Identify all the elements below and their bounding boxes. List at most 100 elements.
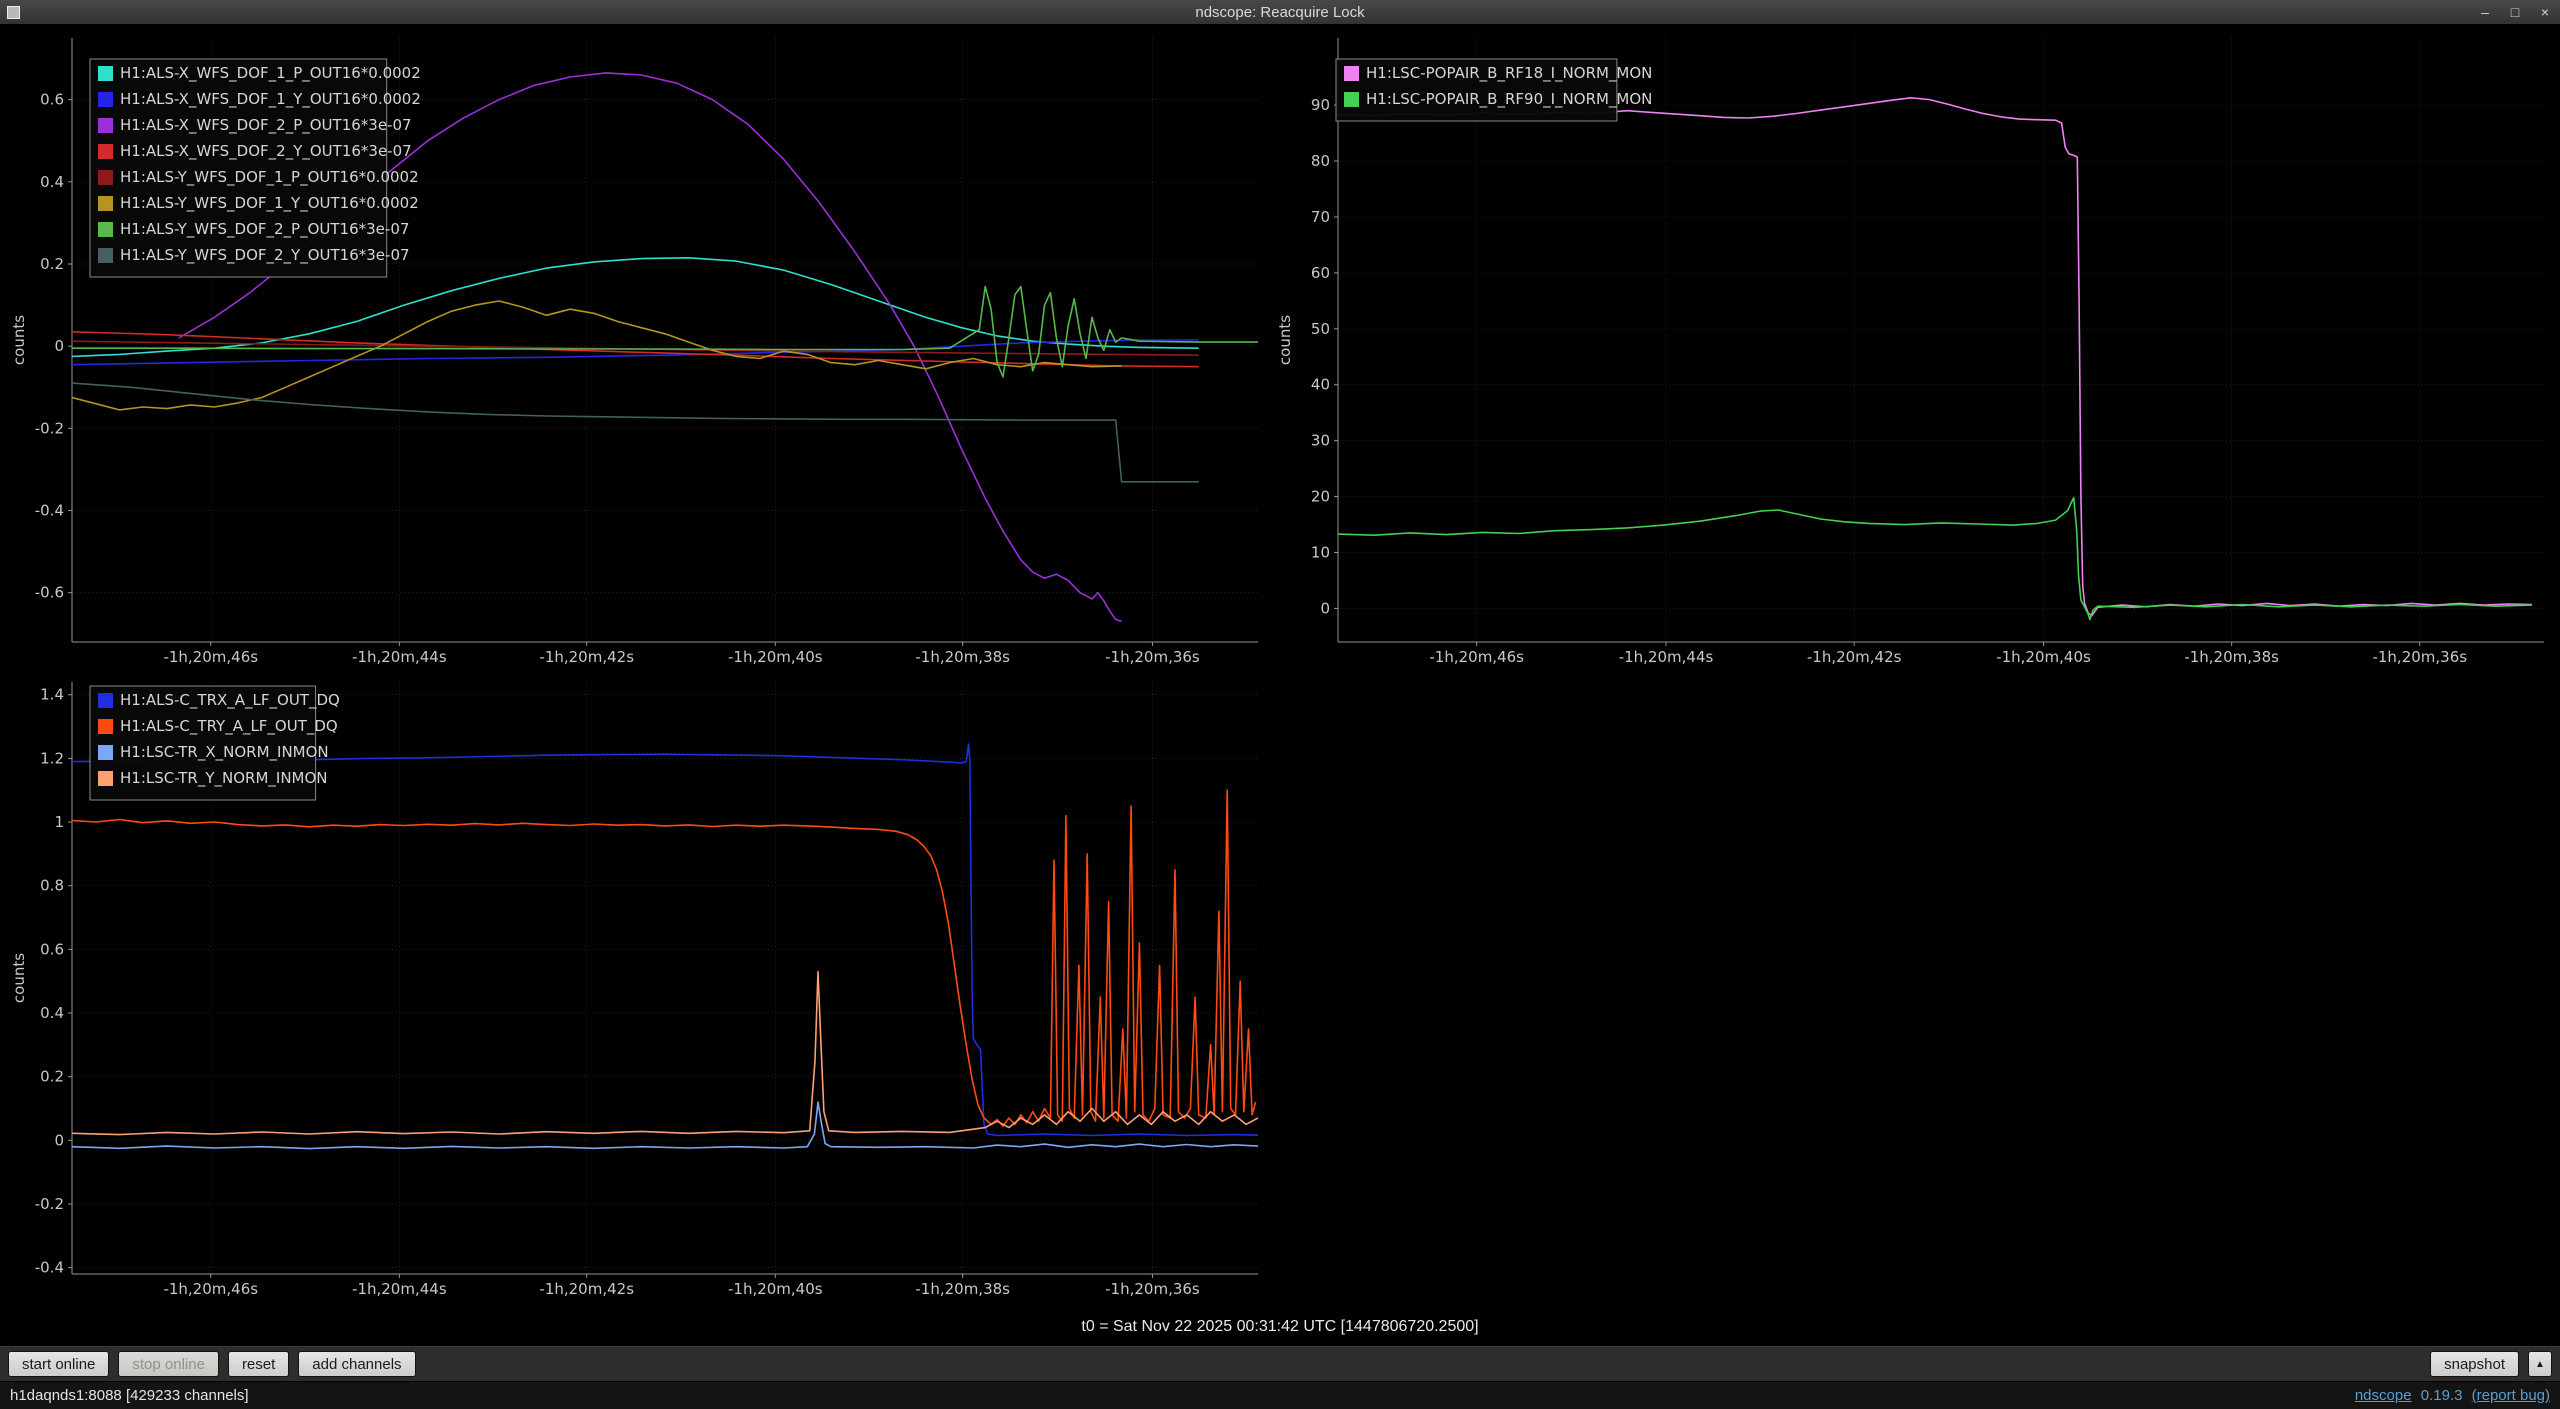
ndscope-link[interactable]: ndscope [2355,1387,2412,1404]
legend-label: H1:ALS-Y_WFS_DOF_1_Y_OUT16*0.0002 [120,194,419,213]
close-button[interactable]: × [2530,0,2560,24]
title-bar[interactable]: ndscope: Reacquire Lock – □ × [0,0,2560,24]
svg-text:40: 40 [1311,376,1330,394]
svg-text:-1h,20m,44s: -1h,20m,44s [1619,648,1714,666]
svg-text:0.2: 0.2 [40,255,64,273]
traces [1338,98,2532,620]
svg-text:-1h,20m,46s: -1h,20m,46s [163,1280,258,1298]
legend[interactable]: H1:LSC-POPAIR_B_RF18_I_NORM_MONH1:LSC-PO… [1336,59,1652,121]
legend-swatch [98,222,113,237]
grid [1338,38,2544,642]
plot-lsc-popair[interactable]: 90 80 70 60 50 40 30 20 10 0 -1h,20m,46s -1h,20m,44… [1276,30,2552,670]
svg-text:50: 50 [1311,320,1330,338]
svg-text:1.4: 1.4 [40,686,64,704]
svg-text:60: 60 [1311,264,1330,282]
svg-text:-0.4: -0.4 [35,502,64,520]
svg-text:0: 0 [54,337,64,355]
legend[interactable]: H1:ALS-C_TRX_A_LF_OUT_DQ H1:ALS-C_TRY_A_L… [90,686,340,800]
legend-label: H1:ALS-X_WFS_DOF_2_P_OUT16*3e-07 [120,116,412,135]
trace-1 [72,790,1256,1126]
legend-label: H1:LSC-TR_X_NORM_INMON [120,743,329,762]
plot-arm-trans[interactable]: 1.41.210.80.60.40.20-0.2-0.4-1h,20m,46s-… [10,674,1266,1302]
svg-text:-1h,20m,38s: -1h,20m,38s [2184,648,2279,666]
legend-label: H1:ALS-X_WFS_DOF_2_Y_OUT16*3e-07 [120,142,412,161]
version-link[interactable]: 0.19.3 [2421,1387,2463,1404]
snapshot-button[interactable]: snapshot [2430,1351,2519,1377]
plot-canvas-als-wfs[interactable]: 0.60.40.20-0.2-0.4-0.6-1h,20m,46s-1h,20m… [10,30,1266,670]
plot-canvas-lsc-popair[interactable]: 90 80 70 60 50 40 30 20 10 0 -1h,20m,46s -1h,20m,44… [1276,30,2552,670]
start-online-button[interactable]: start online [8,1351,109,1377]
svg-text:-1h,20m,40s: -1h,20m,40s [728,648,823,666]
plot-als-wfs[interactable]: 0.60.40.20-0.2-0.4-0.6-1h,20m,46s-1h,20m… [10,30,1266,670]
svg-text:1.2: 1.2 [40,749,64,767]
svg-text:0.2: 0.2 [40,1068,64,1086]
trace-5 [72,301,1122,410]
legend-label: H1:ALS-C_TRX_A_LF_OUT_DQ [120,691,340,710]
trace-1 [1338,498,2532,620]
axis-ticks: 90 80 70 60 50 40 30 20 10 0 -1h,20m,46s -1h,20m,44… [1311,38,2544,666]
svg-text:0.8: 0.8 [40,877,64,895]
svg-text:20: 20 [1311,488,1330,506]
legend-swatch [98,118,113,133]
svg-text:0.6: 0.6 [40,940,64,958]
svg-text:-1h,20m,40s: -1h,20m,40s [1996,648,2091,666]
legend-label: H1:ALS-Y_WFS_DOF_2_Y_OUT16*3e-07 [120,246,410,265]
legend-swatch [1344,92,1359,107]
trace-7 [72,383,1199,482]
svg-text:-1h,20m,36s: -1h,20m,36s [2372,648,2467,666]
minimize-button[interactable]: – [2470,0,2500,24]
svg-text:-0.4: -0.4 [35,1259,64,1277]
svg-text:70: 70 [1311,208,1330,226]
legend-label: H1:LSC-TR_Y_NORM_INMON [120,769,328,788]
legend-swatch [1344,66,1359,81]
svg-text:-1h,20m,38s: -1h,20m,38s [915,1280,1010,1298]
svg-text:0.4: 0.4 [40,1004,64,1022]
legend-swatch [98,196,113,211]
svg-text:-0.6: -0.6 [35,584,64,602]
svg-text:-1h,20m,42s: -1h,20m,42s [539,648,634,666]
y-axis-label: counts [10,315,28,365]
svg-text:10: 10 [1311,544,1330,562]
y-axis-label: counts [10,953,28,1003]
svg-text:-1h,20m,40s: -1h,20m,40s [728,1280,823,1298]
svg-text:0: 0 [54,1131,64,1149]
svg-text:-0.2: -0.2 [35,419,64,437]
legend-swatch [98,719,113,734]
t0-row: t0 = Sat Nov 22 2025 00:31:42 UTC [14478… [0,1308,2560,1346]
about-links: ndscope 0.19.3 (report bug) [2350,1387,2550,1404]
svg-text:30: 30 [1311,432,1330,450]
legend-swatch [98,144,113,159]
svg-text:-1h,20m,44s: -1h,20m,44s [352,1280,447,1298]
reset-button[interactable]: reset [228,1351,289,1377]
add-channels-button[interactable]: add channels [298,1351,415,1377]
svg-text:-1h,20m,44s: -1h,20m,44s [352,648,447,666]
svg-text:0.4: 0.4 [40,173,64,191]
legend-swatch [98,66,113,81]
svg-text:-1h,20m,46s: -1h,20m,46s [1429,648,1524,666]
traces [72,744,1258,1149]
legend-swatch [98,745,113,760]
plot-canvas-arm-trans[interactable]: 1.41.210.80.60.40.20-0.2-0.4-1h,20m,46s-… [10,674,1266,1302]
status-bar: h1daqnds1:8088 [429233 channels] ndscope… [0,1381,2560,1409]
legend-swatch [98,248,113,263]
stop-online-button[interactable]: stop online [118,1351,219,1377]
t0-label: t0 = Sat Nov 22 2025 00:31:42 UTC [14478… [1081,1318,1478,1336]
svg-text:0: 0 [1320,599,1330,617]
legend-label: H1:ALS-C_TRY_A_LF_OUT_DQ [120,717,338,736]
svg-text:80: 80 [1311,152,1330,170]
legend-swatch [98,170,113,185]
svg-text:-1h,20m,38s: -1h,20m,38s [915,648,1010,666]
legend-swatch [98,92,113,107]
maximize-button[interactable]: □ [2500,0,2530,24]
toolbar: start online stop online reset add chann… [0,1346,2560,1381]
svg-text:90: 90 [1311,96,1330,114]
trace-2 [72,1102,1258,1149]
report-bug-link[interactable]: (report bug) [2472,1387,2550,1404]
legend[interactable]: H1:ALS-X_WFS_DOF_1_P_OUT16*0.0002H1:ALS-… [90,59,421,277]
legend-swatch [98,771,113,786]
svg-text:-1h,20m,42s: -1h,20m,42s [1807,648,1902,666]
server-status: h1daqnds1:8088 [429233 channels] [10,1387,249,1404]
expand-arrow-button[interactable]: ▲ [2528,1351,2552,1377]
window-title: ndscope: Reacquire Lock [0,4,2560,21]
legend-label: H1:LSC-POPAIR_B_RF90_I_NORM_MON [1366,90,1652,109]
